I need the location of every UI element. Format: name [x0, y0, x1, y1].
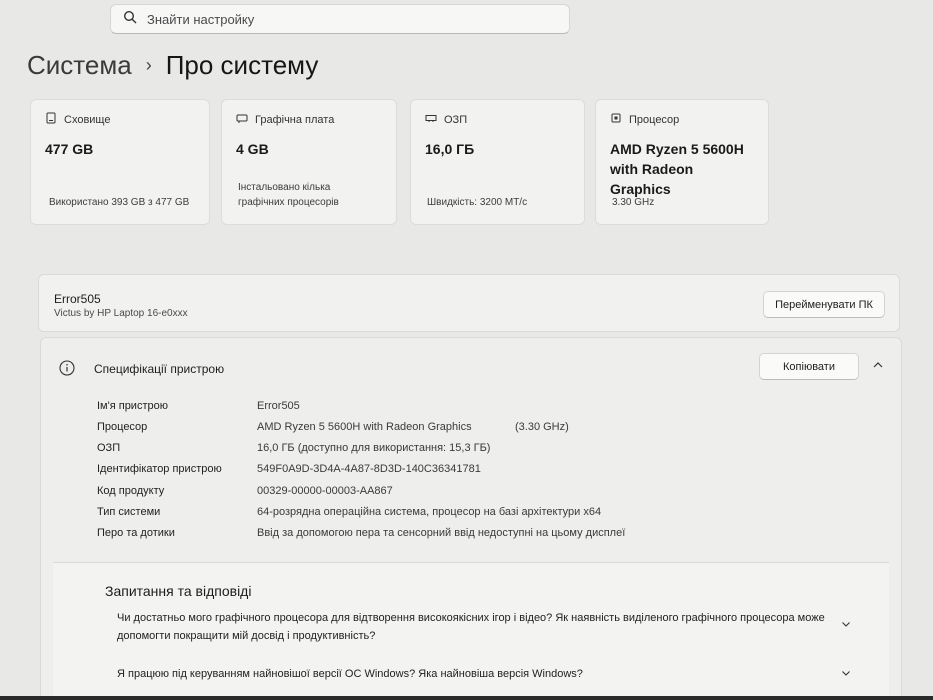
search-placeholder: Знайти настройку: [147, 11, 255, 27]
spec-value: 64-розрядна операційна система, процесор…: [257, 506, 602, 518]
spec-row-device-name: Ім'я пристрою Error505: [41, 400, 901, 421]
info-icon: [59, 360, 75, 376]
chevron-down-icon[interactable]: [840, 617, 852, 629]
card-value: AMD Ryzen 5 5600H with Radeon Graphics: [610, 141, 744, 197]
card-value: 477 GB: [45, 141, 94, 157]
ram-card[interactable]: ОЗП 16,0 ГБ Швидкість: 3200 МТ/с: [410, 99, 585, 225]
faq-title: Запитання та відповіді: [105, 583, 252, 599]
spec-label: Код продукту: [97, 485, 165, 497]
device-model: Victus by HP Laptop 16-e0xxx: [54, 308, 188, 319]
device-specs-header[interactable]: Специфікації пристрою Копіювати: [41, 338, 901, 396]
spec-value: Error505: [257, 400, 300, 412]
search-input[interactable]: Знайти настройку: [110, 4, 570, 34]
spec-row-system-type: Тип системи 64-розрядна операційна систе…: [41, 506, 901, 527]
card-subtext: 3.30 GHz: [612, 197, 655, 208]
spec-value: 549F0A9D-3D4A-4A87-8D3D-140C36341781: [257, 463, 481, 475]
faq-section: Запитання та відповіді Чи достатньо мого…: [53, 562, 889, 700]
card-subtext: Інстальовано кілька графічних процесорів: [238, 182, 339, 208]
spec-row-processor: Процесор AMD Ryzen 5 5600H with Radeon G…: [41, 421, 901, 442]
copy-button[interactable]: Копіювати: [759, 353, 859, 380]
card-title: Сховище: [64, 113, 111, 126]
spec-row-product-id: Код продукту 00329-00000-00003-AA867: [41, 485, 901, 506]
card-title: Процесор: [629, 113, 680, 126]
cpu-icon: [610, 112, 629, 127]
breadcrumb-parent[interactable]: Система: [27, 50, 132, 81]
spec-label: Ім'я пристрою: [97, 400, 168, 412]
card-value: 4 GB: [236, 141, 269, 157]
spec-row-ram: ОЗП 16,0 ГБ (доступно для використання: …: [41, 442, 901, 463]
device-specs-title: Специфікації пристрою: [94, 362, 225, 376]
card-title: Графічна плата: [255, 113, 335, 126]
card-title: ОЗП: [444, 113, 468, 126]
spec-label: ОЗП: [97, 442, 121, 454]
spec-value: 16,0 ГБ (доступно для використання: 15,3…: [257, 442, 491, 454]
spec-label: Перо та дотики: [97, 527, 175, 539]
breadcrumb-chevron-icon: ›: [145, 55, 152, 75]
chevron-down-icon[interactable]: [840, 666, 852, 678]
device-name-panel: Error505 Victus by HP Laptop 16-e0xxx Пе…: [38, 274, 900, 332]
device-specs-section: Специфікації пристрою Копіювати Ім'я при…: [40, 337, 902, 700]
graphics-card[interactable]: Графічна плата 4 GB Інстальовано кілька …: [221, 99, 397, 225]
search-icon: [123, 10, 137, 29]
faq-question[interactable]: Чи достатньо мого графічного процесора д…: [117, 609, 837, 645]
storage-icon: [45, 112, 64, 127]
page-title: Про систему: [165, 50, 319, 80]
breadcrumb: Система › Про систему: [27, 50, 318, 81]
chevron-up-icon[interactable]: [871, 358, 885, 372]
spec-value: 00329-00000-00003-AA867: [257, 485, 393, 497]
gpu-icon: [236, 112, 255, 127]
spec-row-pen-touch: Перо та дотики Ввід за допомогою пера та…: [41, 527, 901, 548]
spec-value: Ввід за допомогою пера та сенсорний ввід…: [257, 527, 626, 539]
rename-pc-button[interactable]: Перейменувати ПК: [763, 291, 885, 318]
ram-icon: [425, 112, 444, 127]
spec-value: AMD Ryzen 5 5600H with Radeon Graphics: [257, 421, 472, 433]
faq-question[interactable]: Я працюю під керуванням найновішої версі…: [117, 665, 837, 683]
device-name: Error505: [54, 292, 101, 306]
card-value: 16,0 ГБ: [425, 141, 475, 157]
taskbar-edge: [0, 696, 933, 700]
processor-card[interactable]: Процесор AMD Ryzen 5 5600H with Radeon G…: [595, 99, 769, 225]
spec-row-device-id: Ідентифікатор пристрою 549F0A9D-3D4A-4A8…: [41, 463, 901, 484]
card-subtext: Використано 393 GB з 477 GB: [49, 197, 190, 208]
card-subtext: Швидкість: 3200 МТ/с: [427, 197, 528, 208]
spec-label: Процесор: [97, 421, 148, 433]
storage-card[interactable]: Сховище 477 GB Використано 393 GB з 477 …: [30, 99, 210, 225]
spec-label: Тип системи: [97, 506, 161, 518]
spec-value-extra: (3.30 GHz): [515, 421, 569, 433]
spec-label: Ідентифікатор пристрою: [97, 463, 222, 475]
